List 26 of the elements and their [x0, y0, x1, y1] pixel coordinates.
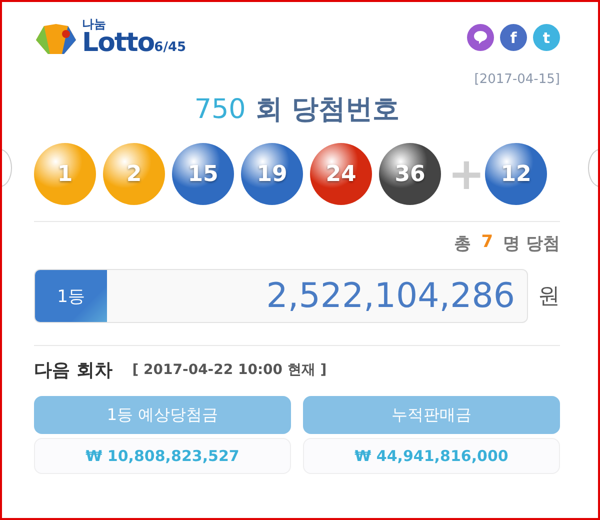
lotto-ball: 36: [379, 143, 441, 205]
round-title: 750 회 당첨번호: [194, 93, 400, 127]
draw-date: [2017-04-15]: [474, 72, 560, 87]
next-round-info: [ 2017-04-22 10:00 현재 ]: [132, 361, 327, 379]
share-button[interactable]: f: [500, 24, 527, 51]
rank-label: 1등: [35, 270, 107, 322]
stat-header: 누적판매금: [303, 396, 560, 434]
stat-header: 1등 예상당첨금: [34, 396, 291, 434]
share-button[interactable]: [467, 24, 494, 51]
currency-unit: 원: [538, 283, 560, 311]
lotto-ball: 24: [310, 143, 372, 205]
next-round-label: 다음 회차: [34, 359, 112, 382]
lotto-ball: 15: [172, 143, 234, 205]
stat-value: ₩ 44,941,816,000: [303, 438, 560, 474]
lotto-ball: 19: [241, 143, 303, 205]
lotto-ball: 2: [103, 143, 165, 205]
logo-text: 6/45: [154, 41, 186, 54]
prize-amount: 2,522,104,286: [265, 275, 516, 318]
plus-sign: +: [448, 148, 478, 200]
logo-text: Lotto: [82, 30, 154, 56]
winner-count: 총 7 명 당첨: [454, 232, 560, 255]
logo-text: 나눔: [82, 18, 107, 30]
lotto-ball: 1: [34, 143, 96, 205]
lotto-ball: 12: [485, 143, 547, 205]
stat-value: ₩ 10,808,823,527: [34, 438, 291, 474]
speech-bubble-icon: [473, 30, 488, 45]
